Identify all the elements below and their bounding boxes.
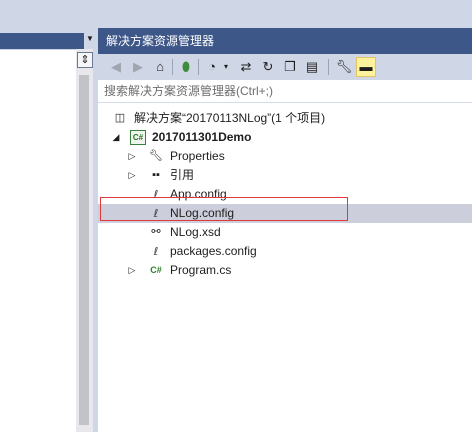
tree-item-label: Properties xyxy=(170,149,225,163)
editor-active-tab[interactable] xyxy=(0,33,84,49)
config-file-icon: ℓ xyxy=(153,188,159,201)
editor-area[interactable] xyxy=(0,49,76,433)
wrench-icon: 🔧︎ xyxy=(149,150,163,162)
csharp-project-icon: C# xyxy=(130,130,146,145)
editor-tab-bar: ▼ xyxy=(0,28,98,49)
solution-icon: ◫ xyxy=(114,112,126,124)
tree-row-properties[interactable]: ▷ 🔧︎ Properties xyxy=(98,147,472,166)
tree-item-label: 引用 xyxy=(170,168,195,182)
tree-item-label: NLog.config xyxy=(170,206,235,220)
tree-row-app-config[interactable]: ℓ App.config xyxy=(98,185,472,204)
home-icon[interactable]: ⌂ xyxy=(150,57,170,77)
tree-row-packages-config[interactable]: ℓ packages.config xyxy=(98,242,472,261)
collapsed-arrow-icon[interactable]: ▷ xyxy=(126,147,138,166)
vertical-scrollbar[interactable]: ⇕ xyxy=(76,49,93,432)
toolbar-separator xyxy=(328,59,329,75)
tree-row-project[interactable]: ◢ C# 2017011301Demo xyxy=(98,128,472,147)
back-icon[interactable]: ◀ xyxy=(106,57,126,77)
solution-label: 解决方案“20170113NLog”(1 个项目) xyxy=(134,111,326,125)
tree-row-program-cs[interactable]: ▷ C# Program.cs xyxy=(98,261,472,280)
project-label: 2017011301Demo xyxy=(152,130,252,144)
references-icon: ▪▪ xyxy=(152,169,160,181)
tree-item-label: packages.config xyxy=(170,244,257,258)
collapsed-arrow-icon[interactable]: ▷ xyxy=(126,166,138,185)
xsd-file-icon: ⚯ xyxy=(151,226,161,238)
top-chrome-bar xyxy=(0,0,472,28)
config-file-icon: ℓ xyxy=(153,245,159,258)
config-file-icon: ℓ xyxy=(153,207,159,220)
refresh-icon[interactable]: ↻ xyxy=(258,57,278,77)
history-dropdown-icon[interactable]: ▾ xyxy=(216,57,236,77)
panel-title: 解决方案资源管理器 xyxy=(106,34,215,48)
sync-icon[interactable]: ⇄ xyxy=(236,57,256,77)
expanded-arrow-icon[interactable]: ◢ xyxy=(110,128,122,147)
search-box xyxy=(98,80,472,103)
forward-icon[interactable]: ▶ xyxy=(128,57,148,77)
scrollbar-thumb[interactable] xyxy=(79,75,89,425)
search-input[interactable] xyxy=(104,82,464,100)
toolbar-separator xyxy=(198,59,199,75)
tree-item-label: Program.cs xyxy=(170,263,232,277)
solution-explorer-title-bar: 解决方案资源管理器 xyxy=(98,28,472,54)
tree-item-label: App.config xyxy=(170,187,227,201)
editor-pane: ▼ ⇕ xyxy=(0,28,98,433)
toolbar-separator xyxy=(172,59,173,75)
split-window-icon[interactable]: ⇕ xyxy=(77,52,93,68)
tree-item-label: NLog.xsd xyxy=(170,225,221,239)
solution-explorer-toolbar: ◀ ▶ ⌂ ⬮ ◔ ▾ ⇄ ↻ ❐ ▤ 🔧︎ ▬ xyxy=(98,54,472,80)
collapsed-arrow-icon[interactable]: ▷ xyxy=(126,261,138,280)
tree-row-nlog-config[interactable]: ℓ NLog.config xyxy=(98,204,472,223)
tree-row-references[interactable]: ▷ ▪▪ 引用 xyxy=(98,166,472,185)
collapse-all-icon[interactable]: ❐ xyxy=(280,57,300,77)
tree-row-solution[interactable]: ◫ 解决方案“20170113NLog”(1 个项目) xyxy=(98,109,472,128)
show-all-files-icon[interactable]: ▤ xyxy=(302,57,322,77)
solution-explorer-panel: 解决方案资源管理器 ◀ ▶ ⌂ ⬮ ◔ ▾ ⇄ ↻ ❐ ▤ 🔧︎ ▬ ◫ 解决方… xyxy=(98,28,472,432)
properties-icon[interactable]: 🔧︎ xyxy=(334,57,354,77)
preview-icon[interactable]: ▬ xyxy=(356,57,376,77)
pending-changes-icon[interactable]: ⬮ xyxy=(176,57,196,77)
csharp-file-icon: C# xyxy=(150,265,162,275)
tree-row-nlog-xsd[interactable]: ⚯ NLog.xsd xyxy=(98,223,472,242)
